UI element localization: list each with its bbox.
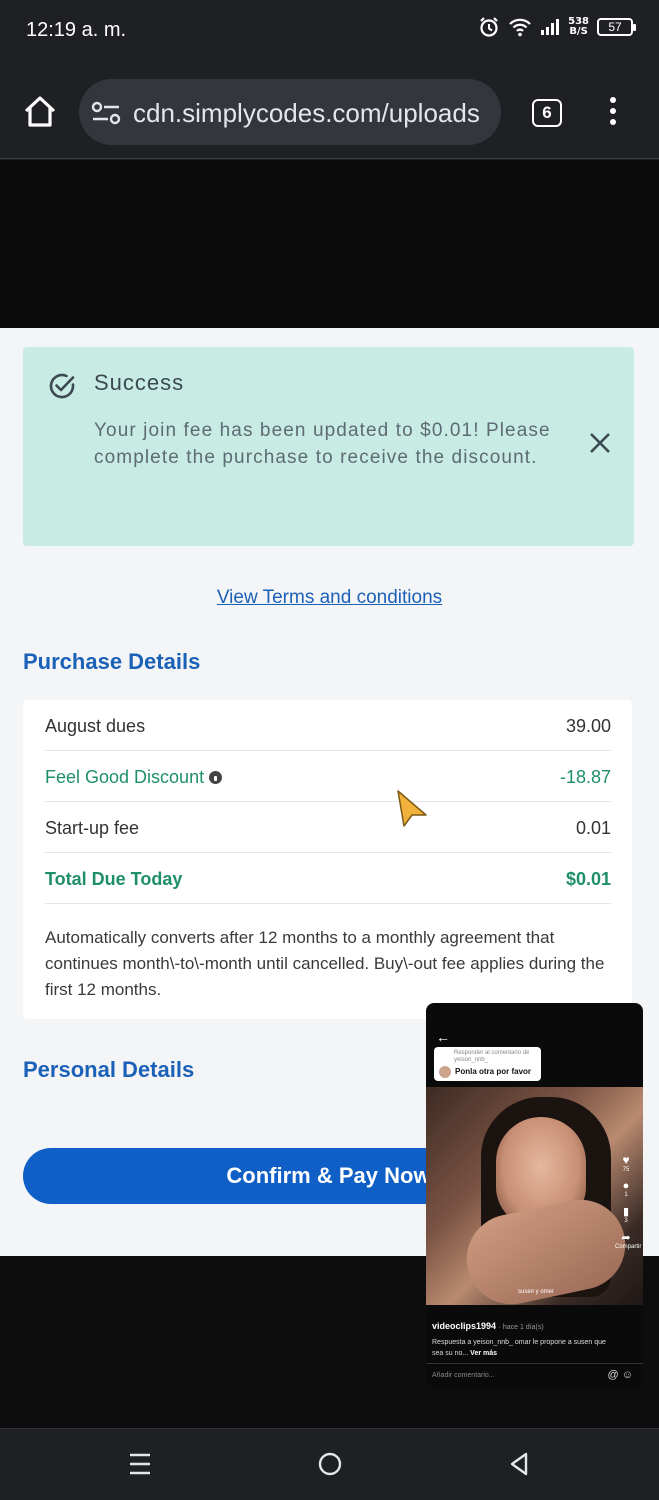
- line-item-row: August dues 39.00: [45, 700, 611, 751]
- address-bar[interactable]: cdn.simplycodes.com/uploads: [79, 79, 501, 145]
- alert-message: Your join fee has been updated to $0.01!…: [94, 420, 551, 468]
- site-settings-icon[interactable]: [91, 100, 121, 131]
- save-count: 3: [624, 1218, 628, 1224]
- line-item-value: 39.00: [565, 716, 611, 736]
- signal-icon: [540, 18, 560, 36]
- discount-label-text: Feel Good Discount: [45, 767, 205, 787]
- like-button[interactable]: ♥ 75: [615, 1153, 637, 1173]
- comment-input[interactable]: Añadir comentario...: [432, 1372, 495, 1379]
- system-nav-bar: [0, 1428, 659, 1500]
- video-actions: ♥ 75 ● 1 ▮ 3 ➦ Compartir: [615, 1153, 641, 1257]
- bookmark-icon: ▮: [622, 1206, 630, 1218]
- avatar: [439, 1066, 451, 1078]
- line-item-label: Start-up fee: [45, 818, 140, 838]
- reply-text: Ponla otra por favor: [455, 1067, 532, 1076]
- status-time: 12:19 a. m.: [26, 19, 127, 41]
- info-icon[interactable]: [209, 771, 223, 784]
- back-arrow-icon[interactable]: ←: [436, 1029, 450, 1045]
- purchase-details-title: Purchase Details: [23, 649, 201, 674]
- recent-apps-icon[interactable]: [128, 1451, 152, 1482]
- pip-video-window[interactable]: ← Responder al comentario de yeison_nnb_…: [426, 1003, 643, 1388]
- heart-icon: ♥: [622, 1153, 630, 1167]
- total-value: $0.01: [565, 869, 611, 889]
- wifi-icon: [508, 17, 532, 37]
- share-icon: ➦: [621, 1232, 631, 1244]
- close-icon[interactable]: [588, 431, 612, 460]
- alarm-icon: [478, 16, 500, 38]
- reply-context: Responder al comentario de yeison_nnb_: [454, 1050, 530, 1063]
- like-count: 75: [622, 1167, 630, 1173]
- video-description: Respuesta a yeison_nnb_ omar le propone …: [432, 1337, 612, 1359]
- post-time: · hace 1 día(s): [498, 1324, 544, 1331]
- video-caption: susen y omer: [518, 1289, 555, 1295]
- browser-toolbar: cdn.simplycodes.com/uploads 6: [0, 62, 659, 159]
- net-speed: 538 B/S: [568, 17, 589, 37]
- status-bar: 12:19 a. m. 538 B/S 57: [0, 0, 659, 62]
- url-text[interactable]: cdn.simplycodes.com/uploads: [133, 98, 480, 129]
- mention-emoji-icons[interactable]: @ ☺: [608, 1369, 633, 1381]
- status-icons: 538 B/S 57: [478, 16, 636, 38]
- discount-label: Feel Good Discount: [45, 767, 223, 788]
- comment-button[interactable]: ● 1: [615, 1180, 637, 1198]
- share-label: Compartir: [615, 1244, 642, 1250]
- discount-value: -18.87: [559, 767, 611, 787]
- personal-details-title: Personal Details: [23, 1057, 195, 1082]
- alert-title: Success: [94, 370, 185, 395]
- description-text: Respuesta a yeison_nnb_ omar le propone …: [432, 1339, 606, 1357]
- see-more-link[interactable]: Ver más: [470, 1350, 497, 1357]
- comment-bar[interactable]: Añadir comentario... @ ☺: [426, 1363, 643, 1388]
- line-item-row: Start-up fee 0.01: [45, 802, 611, 853]
- battery-icon: 57: [597, 18, 636, 36]
- tab-switcher-button[interactable]: 6: [532, 99, 562, 127]
- home-icon: [24, 96, 56, 127]
- save-button[interactable]: ▮ 3: [615, 1205, 637, 1224]
- success-alert: Success Your join fee has been updated t…: [23, 347, 634, 546]
- total-label: Total Due Today: [45, 869, 183, 889]
- home-button[interactable]: [20, 94, 60, 130]
- video-author[interactable]: videoclips1994 · hace 1 día(s): [432, 1321, 544, 1331]
- page-header-area: [0, 160, 659, 328]
- video-frame[interactable]: susen y omer: [426, 1087, 643, 1313]
- comment-icon: ●: [622, 1180, 630, 1192]
- net-speed-unit: B/S: [569, 26, 588, 37]
- author-name: videoclips1994: [432, 1321, 497, 1331]
- home-nav-icon[interactable]: [317, 1451, 343, 1482]
- agreement-note: Automatically converts after 12 months t…: [45, 928, 605, 999]
- reply-bubble: Responder al comentario de yeison_nnb_ P…: [434, 1047, 541, 1081]
- line-item-label: August dues: [45, 716, 146, 736]
- comment-count: 1: [624, 1192, 628, 1198]
- mouse-pointer-icon: [395, 788, 429, 835]
- total-row: Total Due Today $0.01: [45, 853, 611, 904]
- back-nav-icon[interactable]: [508, 1451, 530, 1482]
- discount-row: Feel Good Discount -18.87: [45, 751, 611, 802]
- overflow-menu-icon[interactable]: [606, 97, 620, 129]
- terms-link[interactable]: View Terms and conditions: [0, 587, 659, 609]
- line-item-value: 0.01: [575, 818, 611, 838]
- purchase-details-card: August dues 39.00 Feel Good Discount -18…: [23, 700, 632, 1019]
- share-button[interactable]: ➦ Compartir: [615, 1231, 641, 1250]
- check-circle-icon: [47, 371, 77, 406]
